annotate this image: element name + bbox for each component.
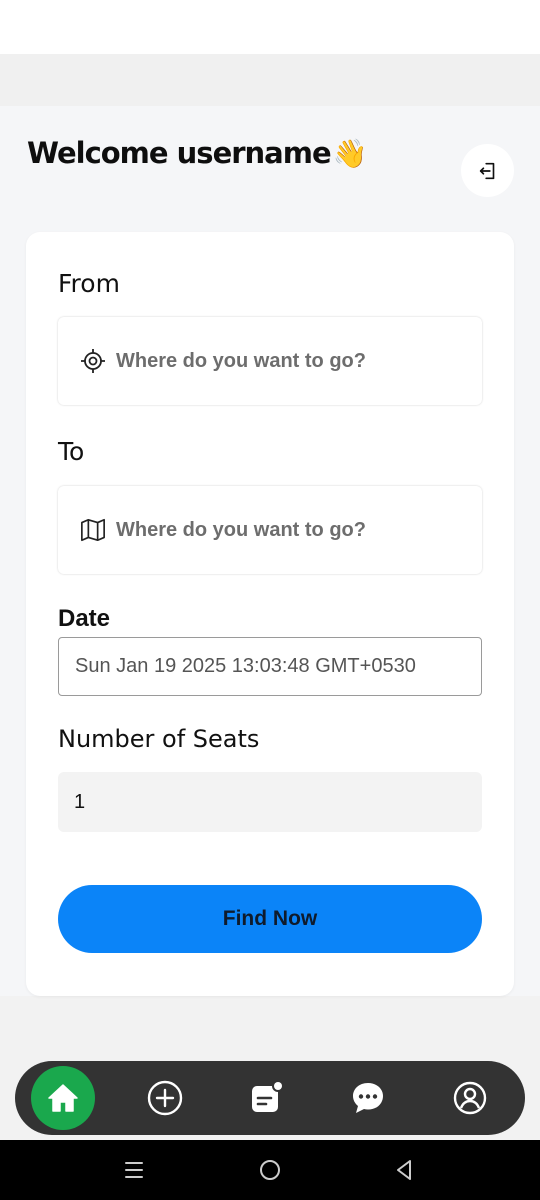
nav-add-button[interactable] [144,1077,186,1119]
date-label: Date [58,605,111,632]
date-value: Sun Jan 19 2025 13:03:48 GMT+0530 [75,655,416,677]
wave-emoji: 👋 [332,137,368,170]
logout-button[interactable] [461,144,514,197]
back-system-button[interactable] [388,1154,420,1186]
menu-icon [125,1162,143,1178]
find-now-button[interactable]: Find Now [58,885,482,953]
nav-home-button[interactable] [31,1066,95,1130]
from-placeholder: Where do you want to go? [116,349,366,372]
recent-apps-button[interactable] [118,1154,150,1186]
bottom-nav [15,1061,525,1135]
to-placeholder: Where do you want to go? [116,518,366,541]
notes-icon [252,1080,284,1112]
profile-icon [453,1081,487,1115]
system-navigation-bar [0,1140,540,1200]
app-top-bar [0,54,540,106]
welcome-text: Welcome username [27,136,332,170]
from-label: From [58,269,120,298]
status-bar [0,0,540,54]
welcome-heading: Welcome username👋 [27,136,368,170]
logout-icon [479,162,494,179]
chat-icon [353,1083,383,1113]
seats-value: 1 [74,790,86,813]
back-triangle-icon [397,1160,411,1180]
circle-icon [260,1160,280,1180]
seats-input[interactable]: 1 [58,772,482,832]
nav-notes-button[interactable] [245,1077,287,1119]
nav-profile-button[interactable] [449,1077,491,1119]
to-label: To [58,437,85,466]
nav-chat-button[interactable] [347,1077,389,1119]
crosshair-icon [80,348,106,374]
trip-search-card: From Where do you want to go? To Where d… [26,232,514,996]
seats-label: Number of Seats [58,725,260,753]
to-location-input[interactable]: Where do you want to go? [58,486,482,574]
find-now-label: Find Now [222,907,318,930]
home-icon [48,1084,78,1112]
add-circle-icon [147,1080,183,1116]
home-system-button[interactable] [254,1154,286,1186]
map-icon [80,517,106,543]
from-location-input[interactable]: Where do you want to go? [58,317,482,405]
date-input[interactable]: Sun Jan 19 2025 13:03:48 GMT+0530 [58,637,482,696]
